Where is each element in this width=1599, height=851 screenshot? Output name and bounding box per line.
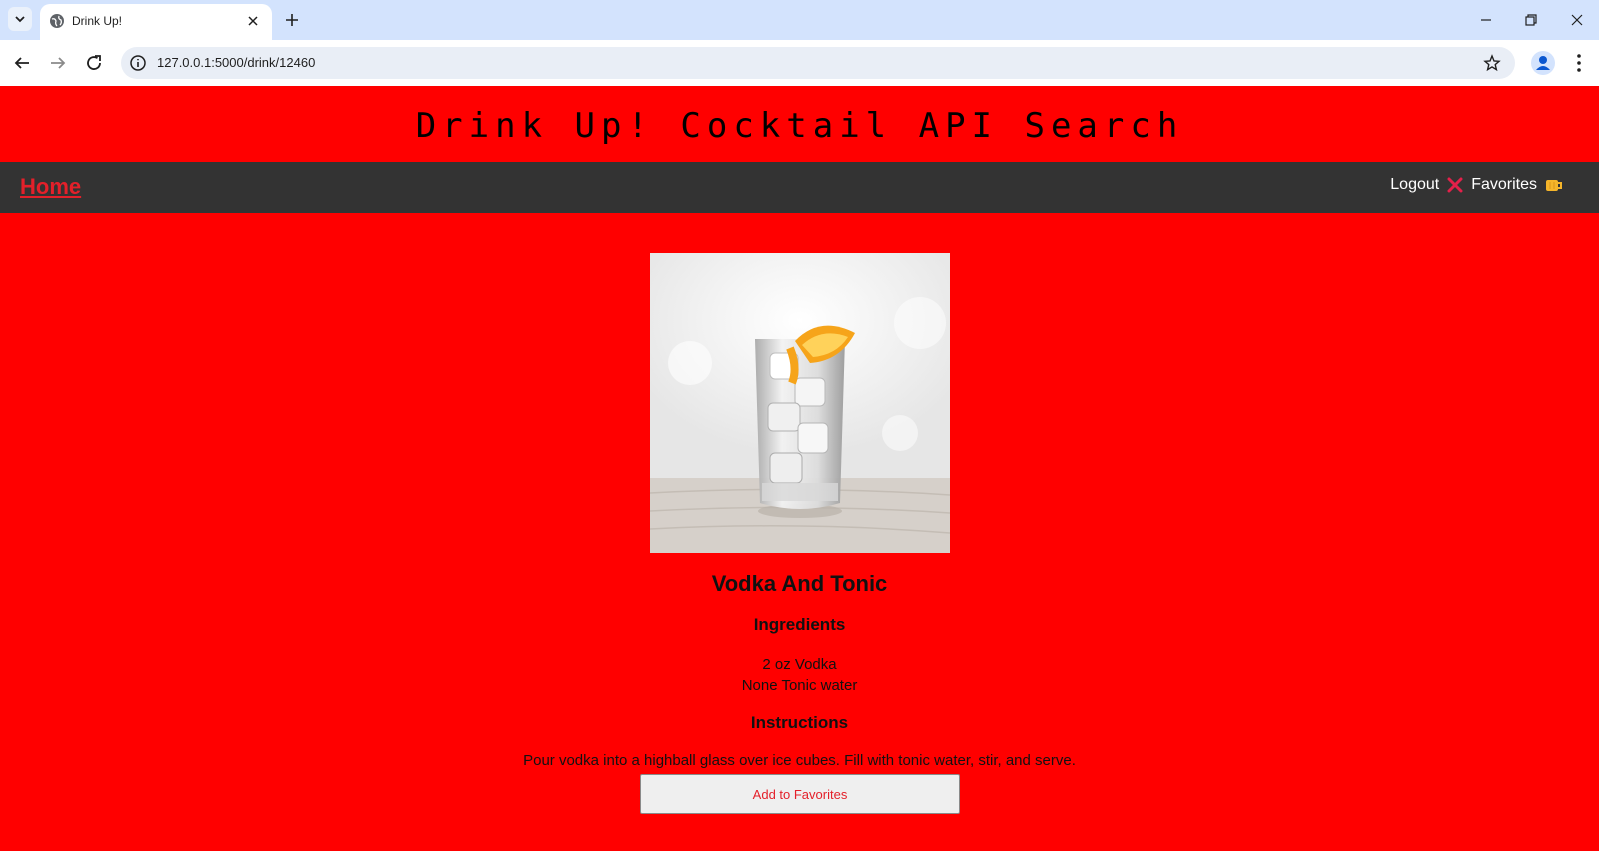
more-menu-icon[interactable] <box>1569 52 1589 74</box>
home-link[interactable]: Home <box>20 174 81 200</box>
drink-image <box>650 253 950 553</box>
person-icon <box>1536 56 1550 70</box>
close-window-icon[interactable] <box>1567 10 1587 30</box>
browser-tabstrip: Drink Up! <box>0 0 1599 40</box>
minimize-icon[interactable] <box>1476 10 1496 30</box>
add-to-favorites-button[interactable]: Add to Favorites <box>640 774 960 814</box>
navbar: Home Logout Favorites <box>0 162 1599 213</box>
ingredients-heading: Ingredients <box>753 615 846 634</box>
profile-avatar[interactable] <box>1531 51 1555 75</box>
tab-search-button[interactable] <box>8 7 32 31</box>
ingredient-item: None Tonic water <box>741 677 858 694</box>
address-bar[interactable]: 127.0.0.1:5000/drink/12460 <box>121 47 1515 79</box>
back-arrow-icon[interactable] <box>11 52 33 74</box>
page: Drink Up! Cocktail API Search Home Logou… <box>0 86 1599 851</box>
logout-link[interactable]: Logout <box>1390 176 1439 194</box>
bookmark-star-icon[interactable] <box>1483 54 1501 72</box>
highball-glass-illustration <box>650 253 950 553</box>
forward-arrow-icon[interactable] <box>47 52 69 74</box>
browser-tab[interactable]: Drink Up! <box>40 4 272 40</box>
site-title: Drink Up! Cocktail API Search <box>415 106 1184 146</box>
drink-name: Vodka And Tonic <box>711 571 888 596</box>
ingredients-list: 2 oz Vodka None Tonic water <box>0 654 1599 696</box>
new-tab-icon[interactable] <box>283 11 301 29</box>
reload-icon[interactable] <box>83 52 105 74</box>
close-tab-icon[interactable] <box>245 13 261 29</box>
globe-icon <box>50 14 64 28</box>
tab-title: Drink Up! <box>72 14 123 28</box>
nav-right: Logout Favorites <box>1390 176 1563 194</box>
beer-mug-icon[interactable] <box>1545 177 1563 193</box>
restore-icon[interactable] <box>1521 10 1541 30</box>
instructions-heading: Instructions <box>750 713 849 732</box>
browser-toolbar: 127.0.0.1:5000/drink/12460 <box>0 40 1599 86</box>
x-icon[interactable] <box>1447 177 1463 193</box>
url-text[interactable]: 127.0.0.1:5000/drink/12460 <box>157 55 315 70</box>
site-info-icon[interactable] <box>129 54 147 72</box>
ingredient-item: 2 oz Vodka <box>762 656 837 673</box>
favorites-link[interactable]: Favorites <box>1471 176 1537 194</box>
chevron-down-icon <box>15 16 25 23</box>
instructions-text: Pour vodka into a highball glass over ic… <box>523 752 1076 769</box>
